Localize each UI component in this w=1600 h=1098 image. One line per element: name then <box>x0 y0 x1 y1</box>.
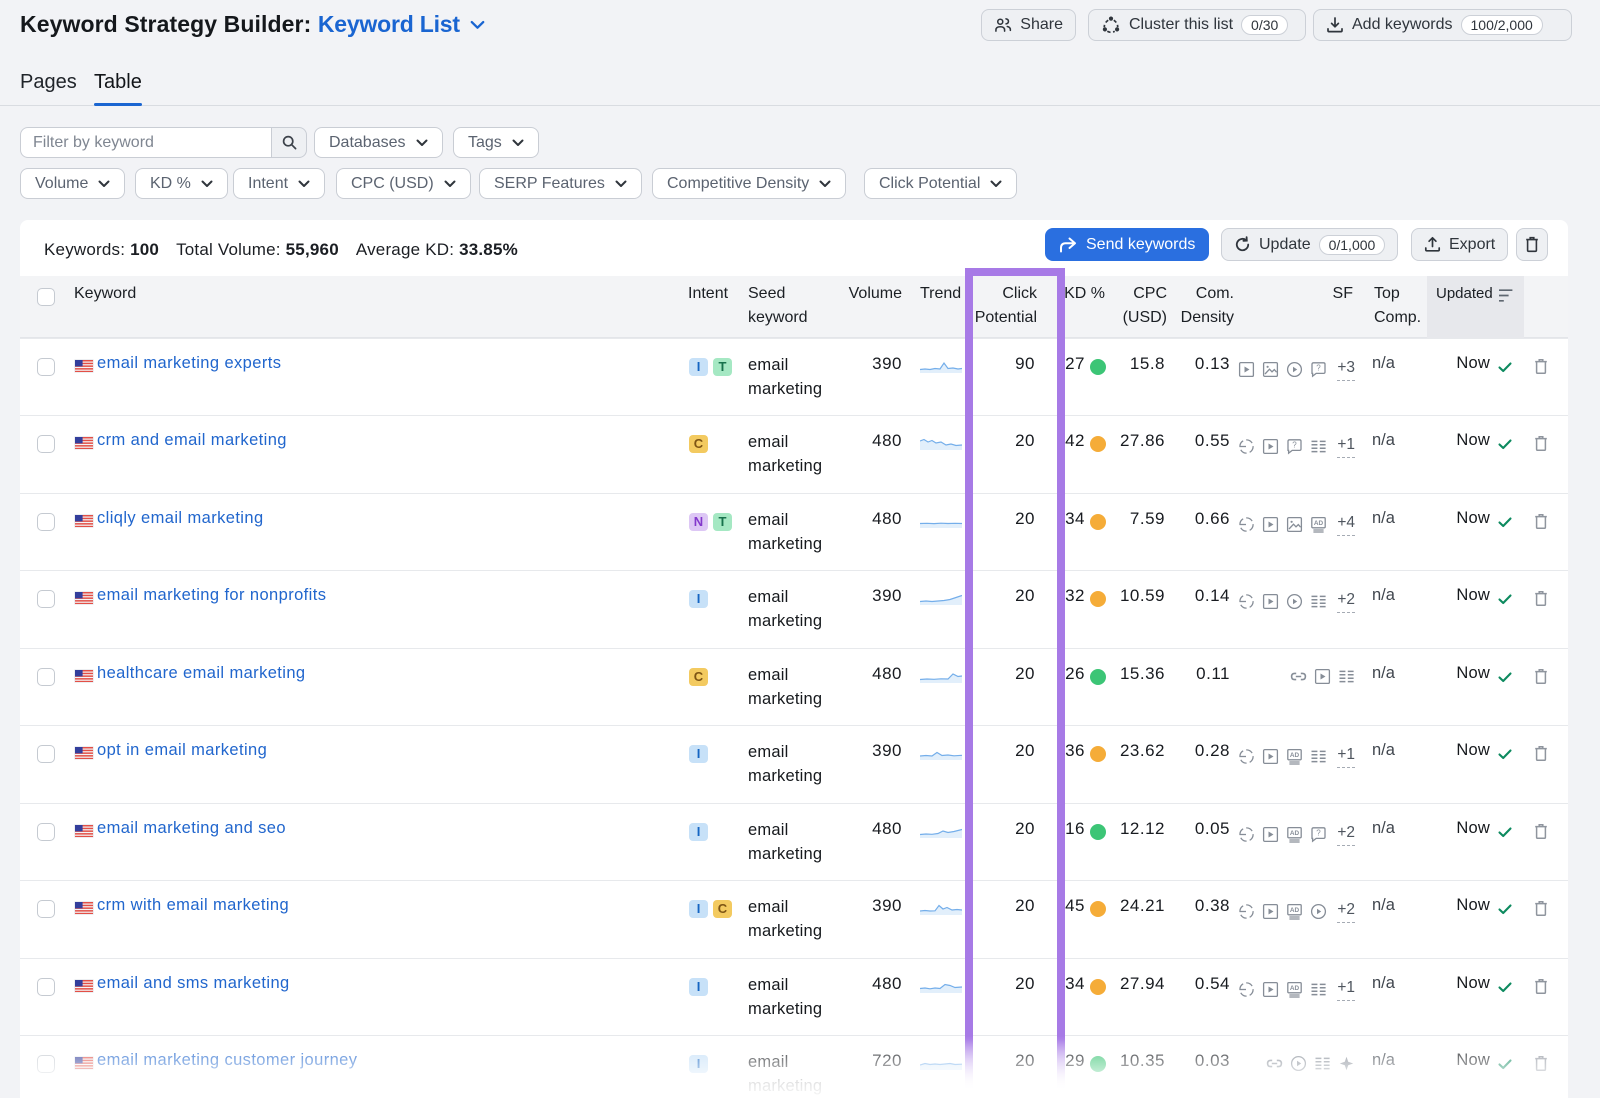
svg-text:?: ? <box>1317 828 1322 837</box>
svg-text:?: ? <box>1293 441 1298 450</box>
svg-text:AD: AD <box>1290 830 1300 837</box>
svg-text:AD: AD <box>1314 520 1324 527</box>
svg-text:AD: AD <box>1290 752 1300 759</box>
svg-text:AD: AD <box>1290 907 1300 914</box>
svg-text:?: ? <box>1317 363 1322 372</box>
svg-text:AD: AD <box>1290 985 1300 992</box>
